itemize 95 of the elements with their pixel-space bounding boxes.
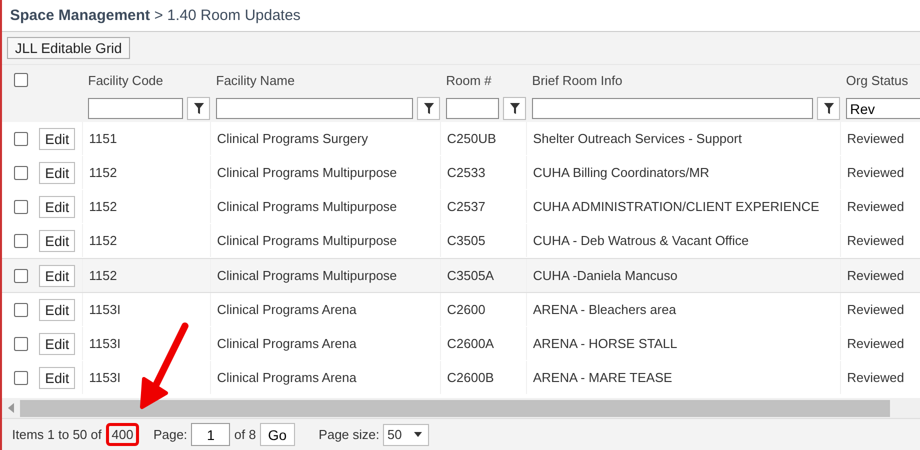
table-row[interactable]: Edit 1152 Clinical Programs Multipurpose C3505A CUHA -Daniela Mancuso Reviewed xyxy=(2,258,920,293)
table-cell: Clinical Programs Surgery xyxy=(217,131,368,146)
edit-button[interactable]: Edit xyxy=(39,366,76,388)
table-cell: C3505A xyxy=(447,268,494,283)
breadcrumb-section[interactable]: Space Management xyxy=(10,7,150,24)
table-cell: Clinical Programs Arena xyxy=(217,302,356,317)
row-checkbox[interactable] xyxy=(14,268,28,282)
page-label: Page: xyxy=(153,427,188,442)
edit-button[interactable]: Edit xyxy=(39,332,76,354)
table-cell: Reviewed xyxy=(847,302,904,317)
items-range-text: Items 1 to 50 of xyxy=(12,427,102,442)
table-cell: 1153I xyxy=(89,302,121,317)
row-checkbox[interactable] xyxy=(14,336,28,350)
table-cell: Reviewed xyxy=(847,199,904,214)
table-cell: CUHA Billing Coordinators/MR xyxy=(533,165,710,180)
table-row[interactable]: Edit 1152 Clinical Programs Multipurpose C2533 CUHA Billing Coordinators/MR Reviewed xyxy=(2,156,920,190)
filter-icon xyxy=(824,103,834,114)
table-cell: Clinical Programs Multipurpose xyxy=(217,268,397,283)
edit-button[interactable]: Edit xyxy=(39,264,76,286)
filter-button[interactable] xyxy=(417,97,440,120)
filter-button[interactable] xyxy=(187,97,210,120)
table-cell: ARENA - Bleachers area xyxy=(533,302,676,317)
table-cell: C250UB xyxy=(447,131,496,146)
row-checkbox[interactable] xyxy=(14,302,28,316)
filter-field[interactable] xyxy=(532,98,813,119)
table-row[interactable]: Edit 1152 Clinical Programs Multipurpose C2537 CUHA ADMINISTRATION/CLIENT EXPERIENCE Reviewed xyxy=(2,190,920,224)
table-cell: Clinical Programs Multipurpose xyxy=(217,233,397,248)
column-header[interactable]: Brief Room Info xyxy=(532,72,622,88)
page-size-select[interactable]: 50 xyxy=(383,424,430,446)
column-header[interactable]: Facility Name xyxy=(216,72,295,88)
edit-button[interactable]: Edit xyxy=(39,230,76,252)
table-row[interactable]: Edit 1153I Clinical Programs Arena C2600 ARENA - Bleachers area Reviewed xyxy=(2,293,920,327)
editable-grid-button[interactable]: JLL Editable Grid xyxy=(7,37,130,59)
page-field[interactable]: 1 xyxy=(191,423,230,446)
table-cell: C2600 xyxy=(447,302,486,317)
filter-icon xyxy=(194,103,204,114)
table-cell: C3505 xyxy=(447,233,486,248)
table-cell: Reviewed xyxy=(847,336,904,351)
table-cell: Clinical Programs Arena xyxy=(217,336,356,351)
filter-icon xyxy=(510,103,520,114)
filter-field[interactable] xyxy=(216,98,413,119)
total-count: 400 xyxy=(106,423,140,446)
table-cell: Reviewed xyxy=(847,131,904,146)
table-cell: Reviewed xyxy=(847,370,904,385)
column-header[interactable]: Room # xyxy=(446,72,492,88)
edit-button[interactable]: Edit xyxy=(39,298,76,320)
filter-field[interactable] xyxy=(88,98,183,119)
row-checkbox[interactable] xyxy=(14,234,28,248)
page-size-label: Page size: xyxy=(318,427,380,442)
filter-button[interactable] xyxy=(503,97,526,120)
breadcrumb-page: > 1.40 Room Updates xyxy=(154,7,301,24)
table-cell: Reviewed xyxy=(847,233,904,248)
table-cell: 1153I xyxy=(89,336,121,351)
table-cell: 1152 xyxy=(89,199,117,214)
edit-button[interactable]: Edit xyxy=(39,128,76,150)
table-row[interactable]: Edit 1152 Clinical Programs Multipurpose C3505 CUHA - Deb Watrous & Vacant Office Reviewed xyxy=(2,224,920,258)
table-cell: 1152 xyxy=(89,268,117,283)
table-cell: C2533 xyxy=(447,165,486,180)
column-header[interactable]: Org Status xyxy=(846,72,908,88)
table-row[interactable]: Edit 1153I Clinical Programs Arena C2600A ARENA - HORSE STALL Reviewed xyxy=(2,327,920,361)
filter-button[interactable] xyxy=(817,97,840,120)
table-cell: Clinical Programs Arena xyxy=(217,370,356,385)
table-cell: Shelter Outreach Services - Support xyxy=(533,131,742,146)
table-cell: 1153I xyxy=(89,370,121,385)
horizontal-scrollbar[interactable] xyxy=(2,398,920,418)
table-cell: C2600A xyxy=(447,336,494,351)
page-count: of 8 xyxy=(234,427,256,442)
table-cell: Reviewed xyxy=(847,165,904,180)
filter-field[interactable] xyxy=(446,98,499,119)
table-cell: CUHA -Daniela Mancuso xyxy=(533,268,678,283)
go-button[interactable]: Go xyxy=(260,423,295,446)
column-header[interactable]: Facility Code xyxy=(88,72,164,88)
edit-button[interactable]: Edit xyxy=(39,162,76,184)
caret-icon xyxy=(414,432,422,437)
table-cell: CUHA ADMINISTRATION/CLIENT EXPERIENCE xyxy=(533,199,820,214)
table-cell: 1152 xyxy=(89,165,117,180)
row-checkbox[interactable] xyxy=(14,166,28,180)
table-cell: 1151 xyxy=(89,131,117,146)
table-cell: 1152 xyxy=(89,233,117,248)
table-cell: ARENA - MARE TEASE xyxy=(533,370,672,385)
table-cell: ARENA - HORSE STALL xyxy=(533,336,678,351)
filter-icon xyxy=(424,103,434,114)
row-checkbox[interactable] xyxy=(14,132,28,146)
table-row[interactable]: Edit 1151 Clinical Programs Surgery C250UB Shelter Outreach Services - Support Reviewed xyxy=(2,122,920,156)
filter-field[interactable]: Rev xyxy=(846,98,920,119)
row-checkbox[interactable] xyxy=(14,370,28,384)
table-cell: Reviewed xyxy=(847,268,904,283)
row-checkbox[interactable] xyxy=(14,200,28,214)
select-all-checkbox[interactable] xyxy=(14,73,28,87)
table-cell: Clinical Programs Multipurpose xyxy=(217,165,397,180)
table-cell: CUHA - Deb Watrous & Vacant Office xyxy=(533,233,749,248)
table-cell: C2600B xyxy=(447,370,494,385)
table-cell: Clinical Programs Multipurpose xyxy=(217,199,397,214)
edit-button[interactable]: Edit xyxy=(39,196,76,218)
table-cell: C2537 xyxy=(447,199,486,214)
